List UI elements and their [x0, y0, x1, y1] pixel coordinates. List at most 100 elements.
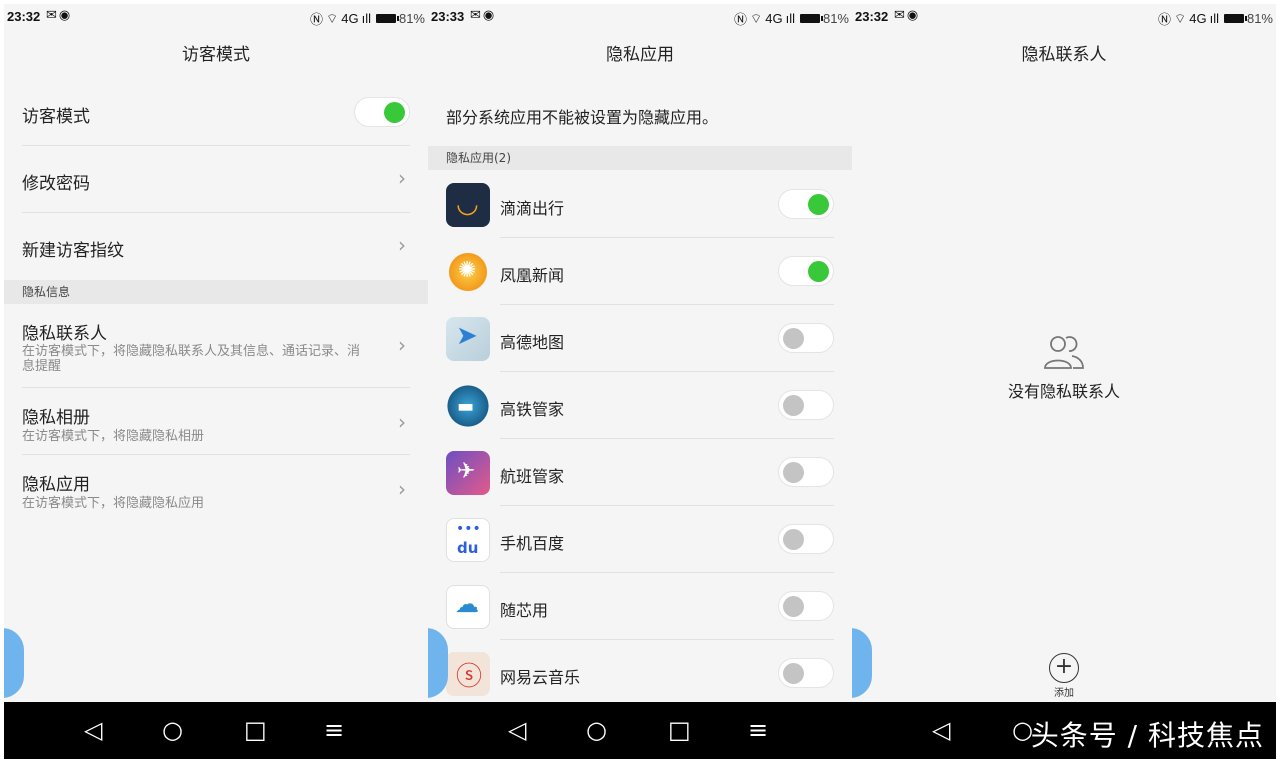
nfc-icon: Ⓝ: [309, 12, 323, 27]
row-label: 访客模式: [22, 107, 90, 127]
app-hide-toggle[interactable]: [778, 256, 834, 286]
app-row[interactable]: ⓢ 网易云音乐: [446, 640, 834, 702]
app-hide-toggle[interactable]: [778, 390, 834, 420]
app-row[interactable]: ✈ 航班管家: [446, 439, 834, 506]
network-type: 4G: [341, 11, 359, 26]
private-contacts-row[interactable]: 隐私联系人 在访客模式下，将隐藏隐私联系人及其信息、通话记录、消息提醒 ›: [22, 304, 410, 388]
battery-percent: 81%: [822, 11, 849, 26]
row-label: 隐私相册: [22, 408, 90, 428]
chevron-right-icon: ›: [398, 477, 406, 501]
page-title: 隐私应用: [606, 45, 674, 65]
battery-percent: 81%: [1246, 11, 1273, 26]
status-bar: 23:33 ✉◉ Ⓝ ⌔ 4G ıll 81%: [428, 4, 852, 30]
app-row[interactable]: ◡ 滴滴出行: [446, 171, 834, 238]
app-hide-toggle[interactable]: [778, 658, 834, 688]
signal-icon: ıll: [1209, 11, 1219, 26]
baidu-icon: du •••: [446, 518, 490, 562]
battery-icon: [375, 14, 399, 23]
status-bar: 23:32 ✉◉ Ⓝ ⌔ 4G ıll 81%: [852, 4, 1276, 30]
app-row[interactable]: ☁ 随芯用: [446, 573, 834, 640]
row-description: 在访客模式下，将隐藏隐私应用: [22, 496, 205, 511]
app-row[interactable]: ➤ 高德地图: [446, 305, 834, 372]
notification-icons: ✉◉: [46, 8, 73, 23]
menu-icon[interactable]: ≡: [324, 716, 344, 744]
app-hide-toggle[interactable]: [778, 457, 834, 487]
add-contact-button[interactable]: +: [1049, 653, 1079, 683]
row-description: 在访客模式下，将隐藏隐私相册: [22, 429, 205, 444]
floating-edge-handle[interactable]: [4, 628, 24, 698]
private-album-row[interactable]: 隐私相册 在访客模式下，将隐藏隐私相册 ›: [22, 388, 410, 455]
didi-icon: ◡: [446, 183, 490, 227]
app-row[interactable]: ▬ 高铁管家: [446, 372, 834, 439]
system-navbar: ◁ ○ □ ≡ ◁ ○ □ ≡ ◁ ○ 头条号 / 科技焦点: [4, 702, 1276, 759]
new-fingerprint-row[interactable]: 新建访客指纹 ›: [22, 213, 410, 280]
contacts-icon: [1044, 336, 1084, 369]
page-title: 访客模式: [182, 45, 250, 65]
notification-icons: ✉◉: [470, 8, 497, 23]
network-type: 4G: [765, 11, 783, 26]
app-hide-toggle[interactable]: [778, 323, 834, 353]
amap-icon: ➤: [446, 317, 490, 361]
menu-icon[interactable]: ≡: [748, 716, 768, 744]
app-row[interactable]: ✺ 凤凰新闻: [446, 238, 834, 305]
notification-icons: ✉◉: [894, 8, 921, 23]
battery-icon: [799, 14, 823, 23]
back-icon[interactable]: ◁: [84, 716, 102, 744]
section-header: 隐私应用(2): [428, 146, 852, 170]
app-hide-toggle[interactable]: [778, 591, 834, 621]
nfc-icon: Ⓝ: [1157, 12, 1171, 27]
row-label: 新建访客指纹: [22, 241, 124, 261]
notice-text: 部分系统应用不能被设置为隐藏应用。: [446, 108, 719, 127]
status-time: 23:33: [431, 9, 465, 24]
row-description: 在访客模式下，将隐藏隐私联系人及其信息、通话记录、消息提醒: [22, 344, 361, 374]
app-name: 高铁管家: [500, 400, 565, 419]
page-title: 隐私联系人: [1021, 45, 1107, 65]
netease-music-icon: ⓢ: [446, 652, 490, 696]
recents-icon[interactable]: □: [668, 716, 691, 744]
home-icon[interactable]: ○: [586, 716, 607, 744]
network-type: 4G: [1189, 11, 1207, 26]
cloud-icon: ☁: [446, 585, 490, 629]
home-icon[interactable]: ○: [162, 716, 183, 744]
row-label: 隐私应用: [22, 475, 90, 495]
app-hide-toggle[interactable]: [778, 524, 834, 554]
status-bar: 23:32 ✉◉ Ⓝ ⌔ 4G ıll 81%: [4, 4, 428, 30]
section-header: 隐私信息: [4, 280, 428, 304]
app-name: 航班管家: [500, 467, 565, 486]
wifi-icon: ⌔: [1174, 10, 1187, 26]
status-right: Ⓝ ⌔ 4G ıll 81%: [1158, 9, 1273, 28]
chevron-right-icon: ›: [398, 166, 406, 190]
signal-icon: ıll: [785, 11, 795, 26]
change-password-row[interactable]: 修改密码 ›: [22, 146, 410, 213]
battery-icon: [1223, 14, 1247, 23]
back-icon[interactable]: ◁: [932, 716, 950, 744]
recents-icon[interactable]: □: [244, 716, 267, 744]
flight-icon: ✈: [446, 451, 490, 495]
battery-percent: 81%: [398, 11, 425, 26]
train-icon: ▬: [446, 384, 490, 428]
app-hide-toggle[interactable]: [778, 189, 834, 219]
app-name: 随芯用: [500, 601, 549, 620]
status-right: Ⓝ ⌔ 4G ıll 81%: [310, 9, 425, 28]
add-label: 添加: [1054, 688, 1074, 699]
wifi-icon: ⌔: [326, 10, 339, 26]
row-label: 修改密码: [22, 174, 90, 194]
empty-state-text: 没有隐私联系人: [1007, 382, 1120, 401]
floating-edge-handle[interactable]: [428, 628, 448, 698]
app-name: 滴滴出行: [500, 199, 565, 218]
private-apps-row[interactable]: 隐私应用 在访客模式下，将隐藏隐私应用 ›: [22, 455, 410, 522]
private-contacts-screen: 23:32 ✉◉ Ⓝ ⌔ 4G ıll 81% 隐私联系人 没有隐私联系人 + …: [852, 4, 1276, 702]
app-name: 凤凰新闻: [500, 266, 565, 285]
signal-icon: ıll: [361, 11, 371, 26]
app-row[interactable]: du ••• 手机百度: [446, 506, 834, 573]
private-apps-screen: 23:33 ✉◉ Ⓝ ⌔ 4G ıll 81% 隐私应用 部分系统应用不能被设置…: [428, 4, 852, 702]
chevron-right-icon: ›: [398, 333, 406, 357]
chevron-right-icon: ›: [398, 233, 406, 257]
app-name: 手机百度: [500, 534, 565, 553]
visitor-mode-toggle[interactable]: [354, 97, 410, 127]
app-name: 网易云音乐: [500, 668, 581, 687]
wifi-icon: ⌔: [750, 10, 763, 26]
status-time: 23:32: [855, 9, 889, 24]
back-icon[interactable]: ◁: [508, 716, 526, 744]
visitor-mode-row[interactable]: 访客模式: [22, 79, 410, 146]
